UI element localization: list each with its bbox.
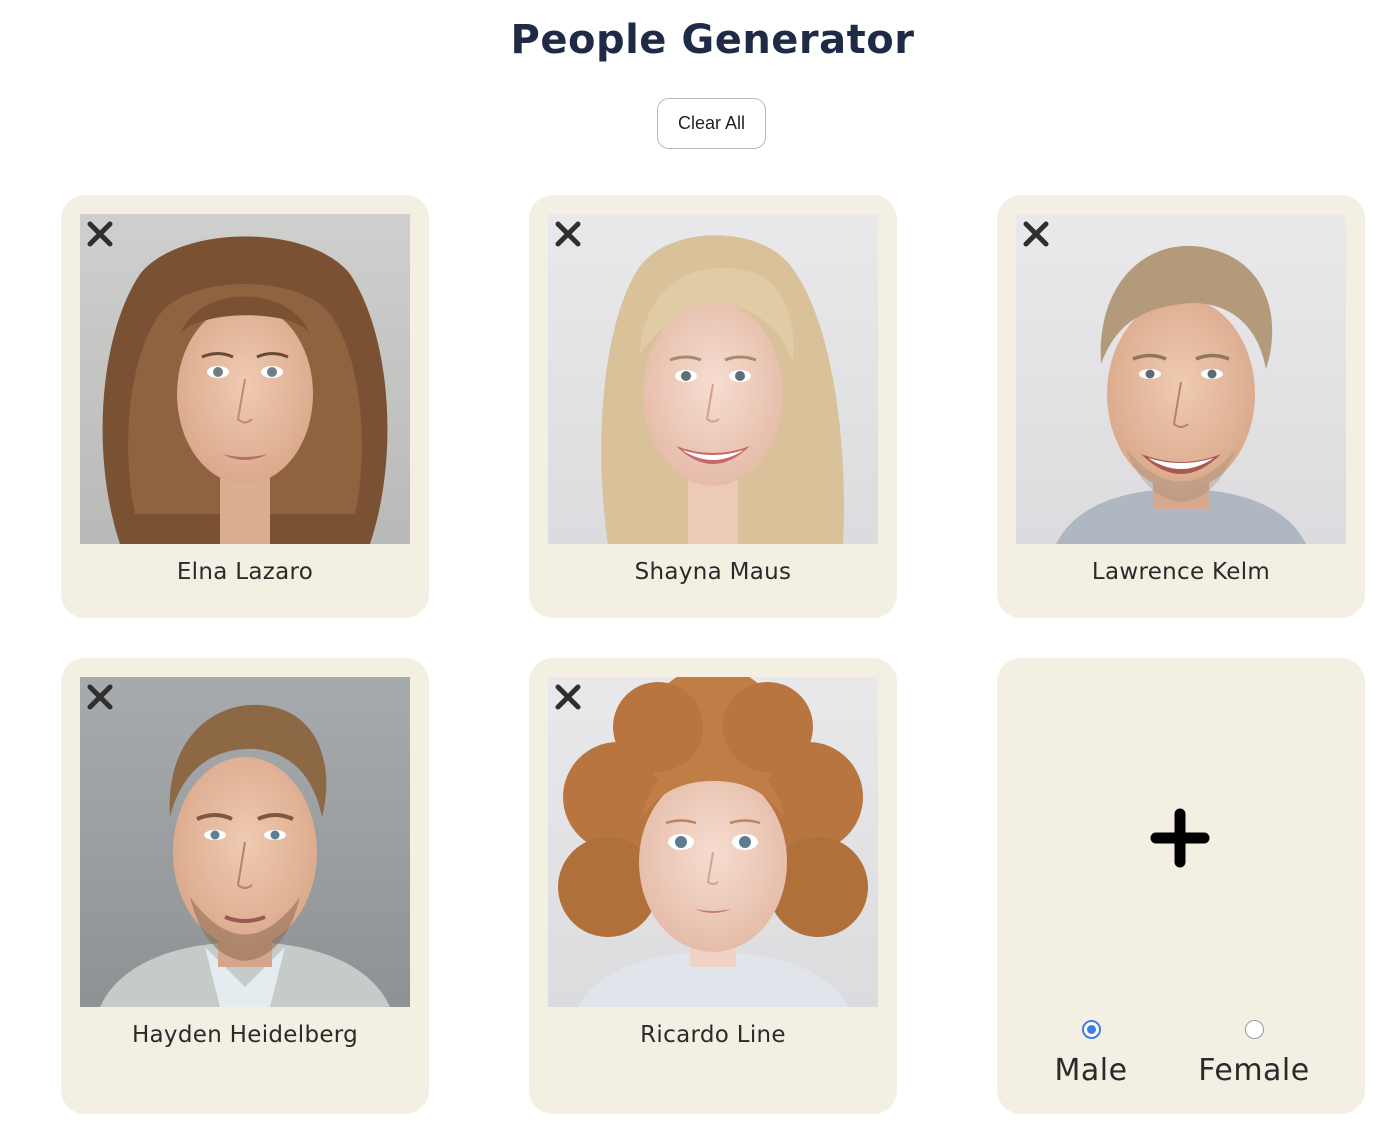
close-icon bbox=[555, 684, 581, 710]
person-card: Lawrence Kelm bbox=[997, 195, 1365, 618]
remove-person-button[interactable] bbox=[553, 219, 583, 249]
person-photo bbox=[548, 677, 878, 1007]
female-label: Female bbox=[1198, 1053, 1310, 1088]
add-person-button[interactable] bbox=[1150, 808, 1210, 868]
person-card: Ricardo Line bbox=[529, 658, 897, 1114]
gender-option-male: Male bbox=[1031, 1020, 1151, 1088]
remove-person-button[interactable] bbox=[553, 682, 583, 712]
remove-person-button[interactable] bbox=[85, 219, 115, 249]
person-photo bbox=[548, 214, 878, 544]
close-icon bbox=[555, 221, 581, 247]
person-name: Elna Lazaro bbox=[176, 559, 314, 585]
male-radio[interactable] bbox=[1081, 1020, 1101, 1039]
plus-icon bbox=[1150, 808, 1210, 868]
person-name: Shayna Maus bbox=[634, 559, 792, 585]
close-icon bbox=[87, 684, 113, 710]
person-name: Hayden Heidelberg bbox=[131, 1022, 359, 1048]
male-label: Male bbox=[1054, 1053, 1128, 1088]
person-photo bbox=[80, 677, 410, 1007]
person-photo bbox=[80, 214, 410, 544]
close-icon bbox=[1023, 221, 1049, 247]
person-card: Shayna Maus bbox=[529, 195, 897, 618]
add-person-card: Male Female bbox=[997, 658, 1365, 1114]
close-icon bbox=[87, 221, 113, 247]
female-radio[interactable] bbox=[1244, 1020, 1264, 1039]
clear-all-button[interactable]: Clear All bbox=[657, 98, 766, 149]
person-name: Ricardo Line bbox=[640, 1022, 786, 1048]
person-card: Elna Lazaro bbox=[61, 195, 429, 618]
remove-person-button[interactable] bbox=[1021, 219, 1051, 249]
person-card: Hayden Heidelberg bbox=[61, 658, 429, 1114]
remove-person-button[interactable] bbox=[85, 682, 115, 712]
person-name: Lawrence Kelm bbox=[1091, 559, 1271, 585]
page-title: People Generator bbox=[510, 17, 915, 63]
person-photo bbox=[1016, 214, 1346, 544]
gender-option-female: Female bbox=[1194, 1020, 1314, 1088]
